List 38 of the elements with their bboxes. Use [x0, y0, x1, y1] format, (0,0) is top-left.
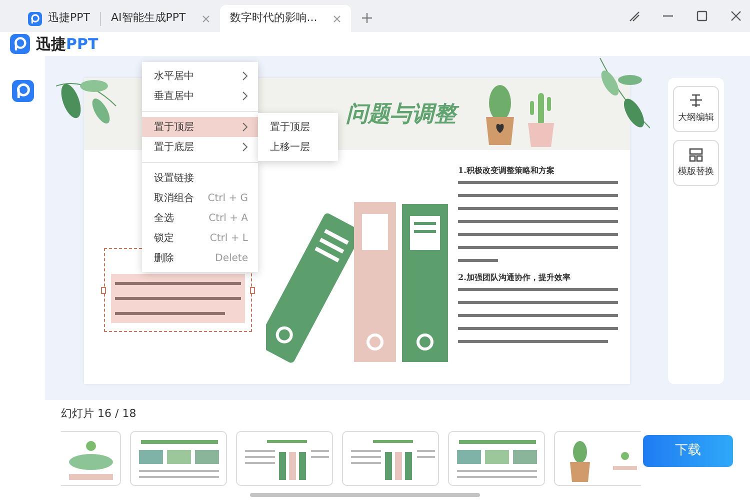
menu-item[interactable]: 水平居中 — [142, 66, 258, 86]
menu-item[interactable]: 全选 Ctrl + A — [142, 208, 258, 228]
resize-handle[interactable] — [250, 287, 255, 294]
browser-tab[interactable]: AI智能生成PPT — [101, 5, 220, 32]
menu-item[interactable]: 设置链接 — [142, 168, 258, 188]
app-logo-icon[interactable] — [12, 80, 34, 102]
shortcut-text: Ctrl + A — [208, 212, 248, 226]
menu-item[interactable]: 置于底层 — [142, 137, 258, 157]
template-icon — [688, 146, 704, 163]
panel-button[interactable]: 大纲编辑 — [673, 86, 719, 132]
shortcut-text: Delete — [215, 252, 248, 266]
shortcut-text: Ctrl + G — [208, 192, 248, 206]
slide-heading: 2.加强团队沟通协作，提升效率 — [458, 271, 572, 283]
browser-tab[interactable]: 数字时代的影响... — [220, 5, 352, 32]
menu-item[interactable]: 置于顶层 — [142, 117, 258, 137]
browser-tab[interactable]: 迅捷PPT — [18, 5, 100, 32]
shortcut-text: Ctrl + L — [210, 232, 248, 246]
maximize-icon[interactable] — [696, 10, 708, 22]
slide-counter: 幻灯片 16 / 18 — [61, 406, 138, 422]
menu-item[interactable]: 锁定 Ctrl + L — [142, 228, 258, 248]
menu-item[interactable]: 删除 Delete — [142, 248, 258, 268]
menu-item[interactable]: 置于顶层 — [258, 117, 338, 137]
outline-icon — [688, 92, 704, 109]
slide-heading: 1.积极改变调整策略和方案 — [458, 164, 556, 176]
close-icon[interactable] — [730, 10, 742, 22]
pin-icon[interactable] — [628, 10, 640, 22]
resize-handle[interactable] — [101, 287, 106, 294]
menu-item[interactable]: 取消组合 Ctrl + G — [142, 188, 258, 208]
scrollbar-thumb[interactable] — [250, 493, 480, 497]
menu-item[interactable]: 垂直居中 — [142, 86, 258, 106]
close-icon[interactable] — [333, 14, 342, 22]
slide-thumbnail[interactable] — [61, 430, 121, 486]
app-logo-icon — [10, 34, 30, 54]
panel-button[interactable]: 模版替换 — [673, 140, 719, 186]
app-name: 迅捷PPT — [36, 34, 98, 55]
app-logo-icon — [28, 12, 42, 26]
plus-icon[interactable] — [361, 12, 374, 24]
menu-item[interactable]: 上移一层 — [258, 137, 338, 157]
